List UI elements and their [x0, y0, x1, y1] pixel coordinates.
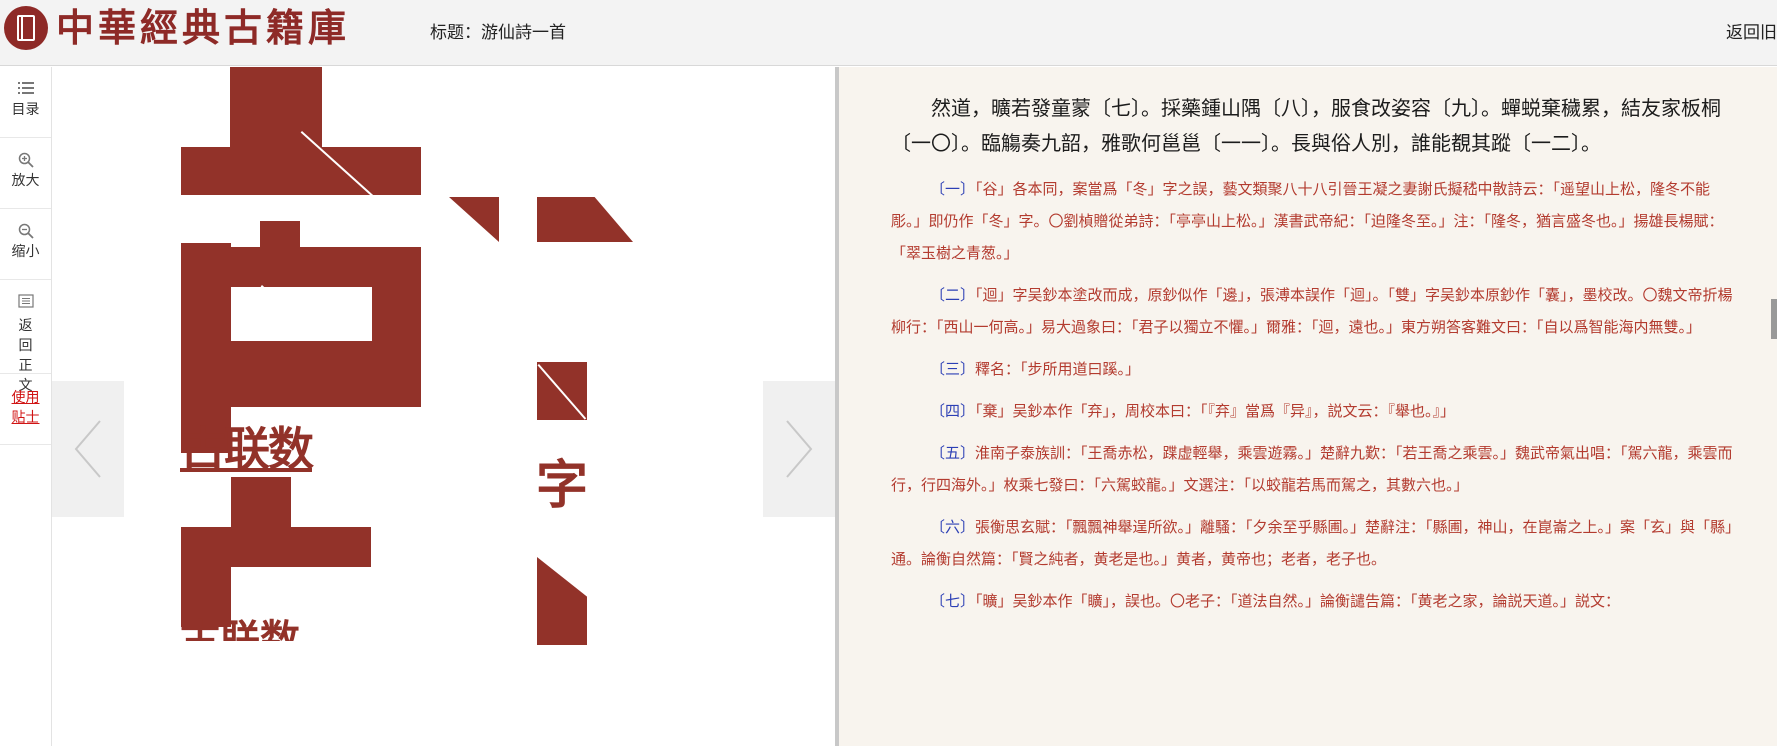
- image-stroke: [231, 341, 421, 407]
- note-item: 〔四〕「棄」吴鈔本作「弃」，周校本曰：「『弃』當爲『异』，説文云：『舉也。』」: [891, 395, 1739, 427]
- note-item: 〔六〕張衡思玄賦：「飄飄神舉逞所欲。」離騷：「夕余至乎縣圃。」楚辭注：「縣圃，神…: [891, 511, 1739, 575]
- note-number[interactable]: 〔二〕: [930, 286, 975, 304]
- page-title: 标题：游仙詩一首: [430, 23, 566, 43]
- note-number[interactable]: 〔七〕: [930, 592, 975, 610]
- list-icon: [0, 81, 51, 99]
- document-icon: [0, 294, 51, 312]
- zoom-out-label: 缩小: [11, 244, 40, 260]
- image-stroke: [181, 147, 421, 195]
- text-pane: 然道，曠若發童蒙〔七〕。採藥鍾山隅〔八〕，服食改姿容〔九〕。蟬蜕棄穢累，結友家板…: [839, 67, 1777, 746]
- note-text: 淮南子泰族訓：「王喬赤松，蹀虚輕舉，乘雲遊霧。」楚辭九歎：「若王喬之乘雲。」魏武…: [891, 444, 1733, 494]
- note-item: 〔一〕「谷」各本同，案當爲「冬」字之誤，藝文類聚八十八引晉王凝之妻謝氏擬嵇中散詩…: [891, 173, 1739, 269]
- note-number[interactable]: 〔一〕: [930, 180, 975, 198]
- page-image-viewer[interactable]: 古联数 古联数 字: [52, 67, 835, 746]
- note-text: 張衡思玄賦：「飄飄神舉逞所欲。」離騷：「夕余至乎縣圃。」楚辭注：「縣圃，神山，在…: [891, 518, 1733, 568]
- note-number[interactable]: 〔四〕: [930, 402, 975, 420]
- toc-button[interactable]: 目录: [0, 67, 51, 138]
- scrollbar-thumb[interactable]: [1771, 299, 1777, 339]
- note-item: 〔二〕「迴」字吴鈔本塗改而成，原鈔似作「邊」，張溥本誤作「迴」。「雙」字吴鈔本原…: [891, 279, 1739, 343]
- zoom-out-button[interactable]: 缩小: [0, 209, 51, 280]
- image-stroke: [230, 67, 280, 147]
- zoom-out-icon: [0, 223, 51, 241]
- image-text-upper: 古联数: [180, 422, 314, 476]
- zoom-in-label: 放大: [11, 173, 40, 189]
- book-logo-icon[interactable]: [4, 6, 48, 50]
- image-stroke: [537, 557, 587, 645]
- note-text: 「迴」字吴鈔本塗改而成，原鈔似作「邊」，張溥本誤作「迴」。「雙」字吴鈔本原鈔作「…: [891, 286, 1733, 336]
- image-text-right: 字: [536, 456, 589, 516]
- usage-tips-label: 使用贴士: [11, 390, 40, 426]
- image-stroke: [537, 197, 633, 242]
- note-number[interactable]: 〔三〕: [930, 360, 975, 378]
- note-item: 〔七〕「曠」吴鈔本作「矌」，誤也。〇老子：「道法自然。」論衡譴告篇：「黄老之家，…: [891, 585, 1739, 617]
- image-stroke: [260, 221, 300, 247]
- zoom-in-icon: [0, 152, 51, 170]
- image-stroke: [181, 527, 371, 567]
- toc-label: 目录: [11, 102, 40, 118]
- note-text: 釋名：「步所用道曰蹊。」: [975, 360, 1141, 378]
- tool-sidebar: 目录 放大 缩小 返回正文 使用贴士: [0, 67, 52, 746]
- next-page-button[interactable]: [763, 381, 835, 517]
- note-text: 「曠」吴鈔本作「矌」，誤也。〇老子：「道法自然。」論衡譴告篇：「黄老之家，論説天…: [975, 592, 1621, 610]
- image-stroke: [231, 477, 291, 527]
- note-item: 〔五〕淮南子泰族訓：「王喬赤松，蹀虚輕舉，乘雲遊霧。」楚辭九歎：「若王喬之乘雲。…: [891, 437, 1739, 501]
- note-number[interactable]: 〔六〕: [930, 518, 975, 536]
- back-to-text-button[interactable]: 返回正文: [0, 280, 51, 394]
- chevron-right-icon: [786, 420, 813, 478]
- prev-page-button[interactable]: [52, 381, 124, 517]
- zoom-in-button[interactable]: 放大: [0, 138, 51, 209]
- back-to-old-link[interactable]: 返回旧: [1726, 18, 1777, 43]
- note-item: 〔三〕釋名：「步所用道曰蹊。」: [891, 353, 1739, 385]
- app-header: 中華經典古籍庫 标题：游仙詩一首 返回旧: [0, 0, 1777, 66]
- note-text: 「谷」各本同，案當爲「冬」字之誤，藝文類聚八十八引晉王凝之妻謝氏擬嵇中散詩云：「…: [891, 180, 1724, 262]
- note-number[interactable]: 〔五〕: [930, 444, 975, 462]
- image-cut: [260, 285, 307, 327]
- note-text: 「棄」吴鈔本作「弃」，周校本曰：「『弃』當爲『异』，説文云：『舉也。』」: [975, 402, 1456, 420]
- chevron-left-icon: [74, 420, 101, 478]
- image-stroke: [449, 197, 499, 242]
- site-logo-text[interactable]: 中華經典古籍庫: [56, 6, 350, 50]
- image-text-lower: 古联数: [180, 617, 300, 641]
- main-text: 然道，曠若發童蒙〔七〕。採藥鍾山隅〔八〕，服食改姿容〔九〕。蟬蜕棄穢累，結友家板…: [891, 96, 1721, 155]
